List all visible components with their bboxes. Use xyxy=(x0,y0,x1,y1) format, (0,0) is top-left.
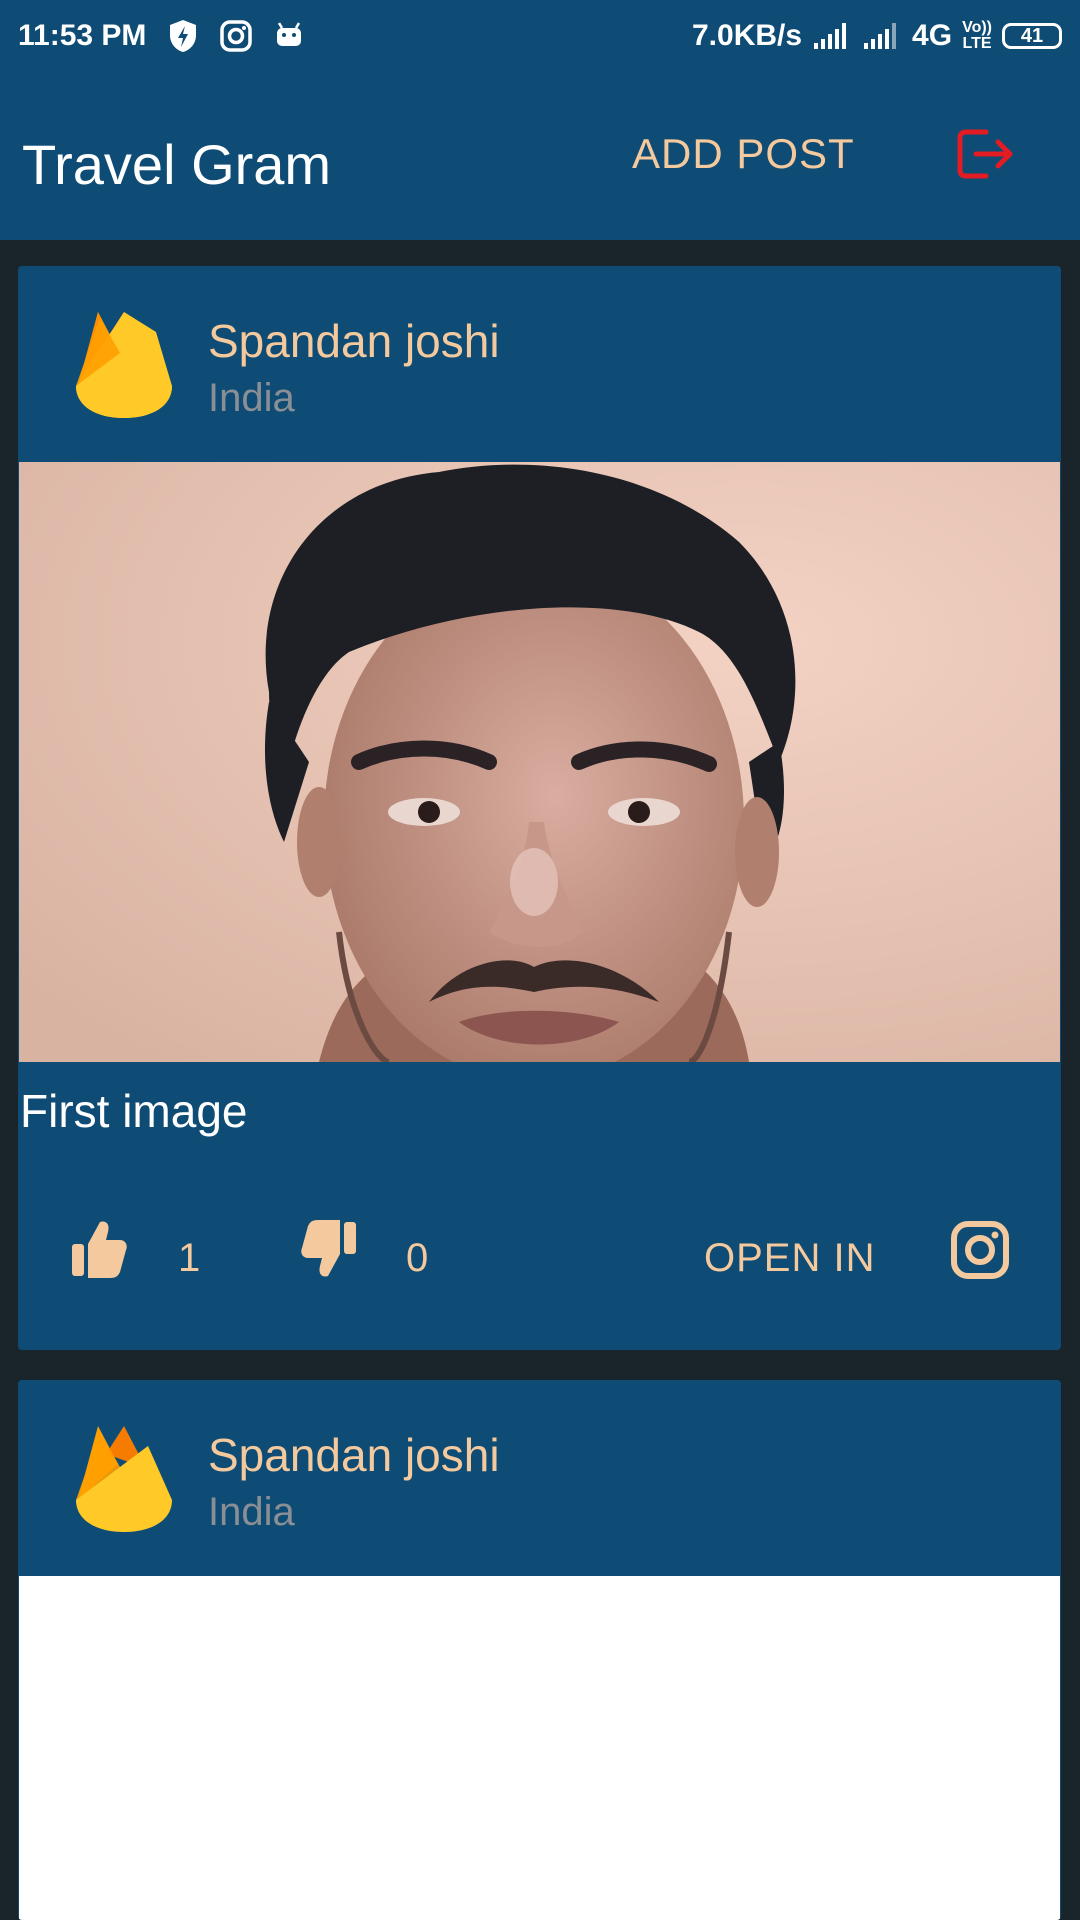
post-location: India xyxy=(208,376,295,420)
post-image[interactable] xyxy=(19,1576,1060,1920)
post-actions: 1 0 OPEN IN xyxy=(18,1206,1061,1316)
post-author: Spandan joshi xyxy=(208,315,500,367)
signal-icon xyxy=(862,21,902,51)
instagram-icon xyxy=(951,1221,1009,1279)
android-icon xyxy=(274,21,304,51)
firebase-avatar-icon xyxy=(72,1424,176,1539)
app-title: Travel Gram xyxy=(22,133,332,196)
open-instagram-button[interactable] xyxy=(950,1220,1010,1285)
firebase-avatar-icon xyxy=(72,310,176,425)
thumbs-down-icon xyxy=(301,1220,356,1277)
post-image[interactable] xyxy=(19,462,1060,1062)
app-bar: Travel Gram ADD POST xyxy=(0,72,1080,240)
post-author: Spandan joshi xyxy=(208,1429,500,1481)
thumbs-up-icon xyxy=(72,1221,127,1278)
like-button[interactable] xyxy=(70,1218,128,1285)
post-header: Spandan joshi India xyxy=(18,1380,1061,1574)
net-speed: 7.0KB/s xyxy=(691,19,803,52)
add-post-button[interactable]: ADD POST xyxy=(632,130,855,178)
status-bar: 11:53 PM 7.0KB/s 4G Vo)) LTE 41 xyxy=(0,0,1080,72)
post-card: Spandan joshi India xyxy=(18,266,1061,1350)
instagram-icon xyxy=(220,20,253,52)
signal-icon xyxy=(812,21,852,51)
network-type: 4G xyxy=(912,19,953,52)
dislike-count: 0 xyxy=(406,1236,429,1280)
post-location: India xyxy=(208,1490,295,1534)
post-header: Spandan joshi India xyxy=(18,266,1061,460)
dislike-button[interactable] xyxy=(300,1218,358,1285)
post-card: Spandan joshi India xyxy=(18,1380,1061,1920)
post-caption: First image xyxy=(20,1085,248,1137)
battery-icon: 41 xyxy=(1002,23,1062,49)
open-in-button[interactable]: OPEN IN xyxy=(704,1236,875,1281)
battery-level: 41 xyxy=(1020,24,1044,47)
shield-bolt-icon xyxy=(168,19,198,53)
status-time: 11:53 PM xyxy=(18,19,147,52)
like-count: 1 xyxy=(178,1236,201,1280)
logout-icon xyxy=(957,129,1013,179)
logout-button[interactable] xyxy=(956,128,1016,185)
volte-indicator: Vo)) LTE xyxy=(962,19,992,52)
